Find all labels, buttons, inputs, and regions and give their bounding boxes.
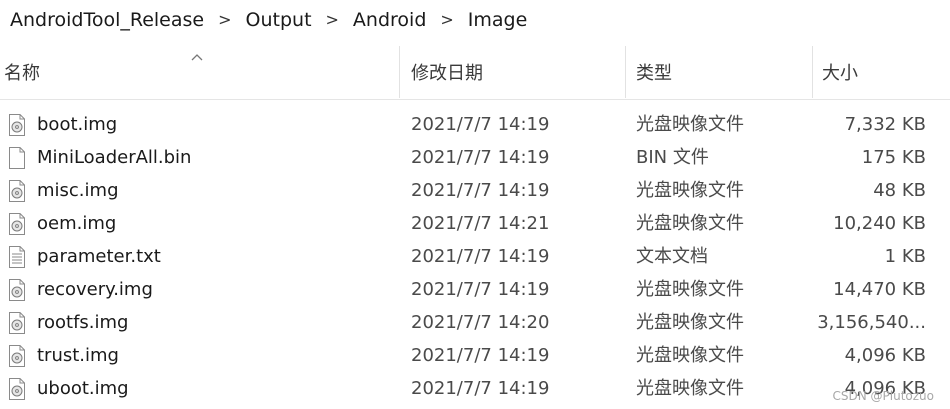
file-type: 光盘映像文件	[636, 345, 744, 366]
breadcrumb: AndroidTool_Release > Output > Android >…	[0, 0, 950, 40]
file-type: 光盘映像文件	[636, 279, 744, 300]
chevron-right-icon[interactable]: >	[218, 10, 231, 29]
disc-image-file-icon	[8, 279, 26, 301]
file-list: boot.img 2021/7/7 14:19 光盘映像文件 7,332 KB …	[0, 108, 950, 405]
file-date: 2021/7/7 14:19	[411, 246, 550, 267]
file-type: 光盘映像文件	[636, 378, 744, 399]
file-name: uboot.img	[37, 378, 129, 399]
column-header-date[interactable]: 修改日期	[411, 44, 625, 99]
file-row[interactable]: recovery.img 2021/7/7 14:19 光盘映像文件 14,47…	[0, 273, 950, 306]
file-size: 10,240 KB	[833, 213, 926, 234]
sort-ascending-icon-svg	[191, 54, 203, 61]
column-divider[interactable]	[399, 46, 400, 98]
disc-image-file-icon	[8, 312, 26, 334]
disc-image-file-icon	[8, 180, 26, 202]
file-type: 文本文档	[636, 246, 708, 267]
file-type: 光盘映像文件	[636, 180, 744, 201]
file-name: MiniLoaderAll.bin	[37, 147, 192, 168]
disc-image-file-icon	[8, 378, 26, 400]
column-header-type-label: 类型	[636, 62, 672, 84]
column-header-size-label: 大小	[822, 62, 858, 84]
file-row[interactable]: uboot.img 2021/7/7 14:19 光盘映像文件 4,096 KB	[0, 372, 950, 405]
file-size: 48 KB	[873, 180, 926, 201]
file-row[interactable]: rootfs.img 2021/7/7 14:20 光盘映像文件 3,156,5…	[0, 306, 950, 339]
file-type: BIN 文件	[636, 147, 709, 168]
file-name: parameter.txt	[37, 246, 161, 267]
file-type: 光盘映像文件	[636, 114, 744, 135]
column-divider[interactable]	[812, 46, 813, 98]
breadcrumb-item-output[interactable]: Output	[246, 9, 312, 31]
file-name: rootfs.img	[37, 312, 129, 333]
breadcrumb-item-android[interactable]: Android	[353, 9, 426, 31]
file-name: boot.img	[37, 114, 118, 135]
file-name: misc.img	[37, 180, 119, 201]
file-date: 2021/7/7 14:19	[411, 114, 550, 135]
file-date: 2021/7/7 14:21	[411, 213, 550, 234]
disc-image-file-icon	[8, 345, 26, 367]
file-row[interactable]: boot.img 2021/7/7 14:19 光盘映像文件 7,332 KB	[0, 108, 950, 141]
watermark: CSDN @Plutozuo	[832, 389, 935, 403]
file-type: 光盘映像文件	[636, 213, 744, 234]
file-name: oem.img	[37, 213, 117, 234]
text-file-icon	[8, 246, 26, 268]
file-date: 2021/7/7 14:20	[411, 312, 550, 333]
file-size: 1 KB	[884, 246, 926, 267]
file-row[interactable]: trust.img 2021/7/7 14:19 光盘映像文件 4,096 KB	[0, 339, 950, 372]
column-header-date-label: 修改日期	[411, 62, 483, 84]
column-header-row: 名称 修改日期 类型 大小	[0, 44, 950, 100]
file-date: 2021/7/7 14:19	[411, 345, 550, 366]
column-header-name-label: 名称	[4, 62, 40, 84]
sort-ascending-icon	[190, 50, 204, 66]
file-row[interactable]: parameter.txt 2021/7/7 14:19 文本文档 1 KB	[0, 240, 950, 273]
chevron-right-icon[interactable]: >	[440, 10, 453, 29]
disc-image-file-icon	[8, 114, 26, 136]
file-date: 2021/7/7 14:19	[411, 180, 550, 201]
column-divider[interactable]	[625, 46, 626, 98]
file-date: 2021/7/7 14:19	[411, 147, 550, 168]
breadcrumb-item-androidtool-release[interactable]: AndroidTool_Release	[10, 9, 204, 31]
blank-file-icon	[8, 147, 26, 169]
file-name: recovery.img	[37, 279, 153, 300]
file-type: 光盘映像文件	[636, 312, 744, 333]
breadcrumb-item-image[interactable]: Image	[468, 9, 528, 31]
file-row[interactable]: misc.img 2021/7/7 14:19 光盘映像文件 48 KB	[0, 174, 950, 207]
column-header-type[interactable]: 类型	[636, 44, 812, 99]
file-name: trust.img	[37, 345, 119, 366]
file-row[interactable]: oem.img 2021/7/7 14:21 光盘映像文件 10,240 KB	[0, 207, 950, 240]
file-row[interactable]: MiniLoaderAll.bin 2021/7/7 14:19 BIN 文件 …	[0, 141, 950, 174]
file-date: 2021/7/7 14:19	[411, 378, 550, 399]
file-size: 3,156,540...	[817, 312, 926, 333]
file-size: 7,332 KB	[844, 114, 926, 135]
column-header-size[interactable]: 大小	[822, 44, 942, 99]
file-size: 14,470 KB	[833, 279, 926, 300]
file-size: 4,096 KB	[844, 345, 926, 366]
disc-image-file-icon	[8, 213, 26, 235]
file-date: 2021/7/7 14:19	[411, 279, 550, 300]
file-size: 175 KB	[861, 147, 926, 168]
chevron-right-icon[interactable]: >	[326, 10, 339, 29]
